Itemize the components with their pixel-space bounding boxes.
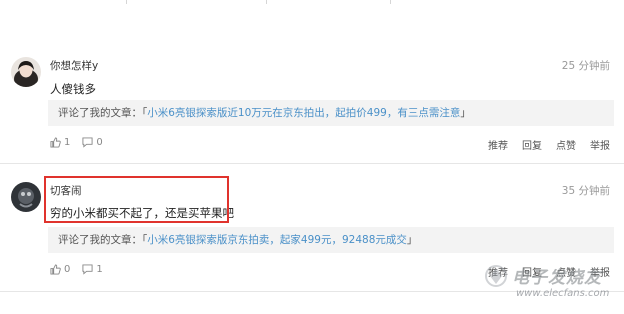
article-link[interactable]: 小米6亮银探索版京东拍卖，起家499元，92488元成交 (147, 234, 407, 246)
like-count: 0 (64, 264, 71, 275)
highlight-annotation-box (44, 176, 229, 223)
reply-count: 1 (96, 264, 103, 275)
comment-time: 35 分钟前 (561, 185, 610, 197)
thumbs-up-icon[interactable] (50, 264, 61, 275)
quote-close-bracket: 」 (406, 234, 418, 246)
quoted-article: 评论了我的文章：「小米6亮银探索版京东拍卖，起家499元，92488元成交」 (48, 227, 614, 253)
comment-icon[interactable] (82, 264, 93, 275)
quote-prefix: 评论了我的文章： (58, 234, 142, 246)
elecfans-watermark: 电子发烧友 www.elecfans.com (482, 258, 620, 308)
watermark-url: www.elecfans.com (516, 288, 610, 299)
avatar[interactable] (11, 182, 41, 212)
comment-stats: 0 1 (50, 264, 115, 275)
watermark-brand: 电子发烧友 (512, 268, 602, 288)
